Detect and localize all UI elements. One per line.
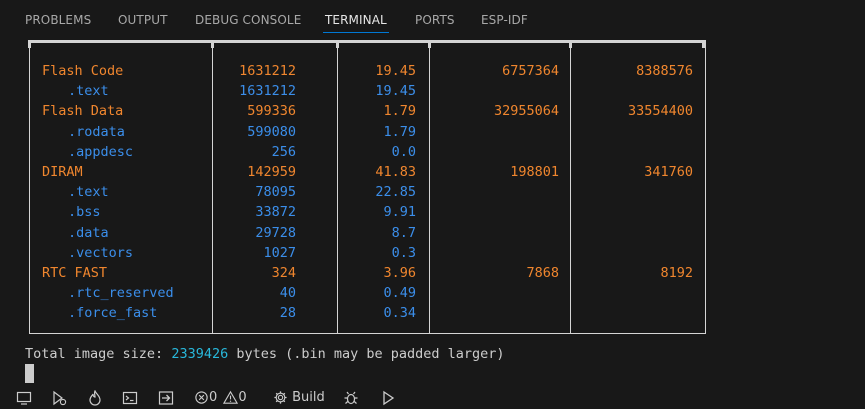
problems-indicator[interactable]: 0 0 (194, 386, 247, 409)
row-remain: 6757364 (502, 63, 559, 79)
status-bar: 0 0 Build (0, 386, 865, 409)
table-tick (569, 40, 572, 48)
total-value: 2339426 (171, 346, 229, 362)
error-icon (195, 391, 208, 404)
row-total: 341760 (644, 164, 693, 180)
row-name: .rodata (68, 123, 125, 140)
row-remain: 7868 (526, 265, 559, 281)
build-label: Build (292, 390, 325, 405)
row-percent: 8.7 (391, 224, 416, 241)
warning-count: 0 (238, 390, 247, 405)
tab-output[interactable]: OUTPUT (118, 13, 168, 27)
row-used: 1631212 (239, 63, 296, 79)
tab-ports[interactable]: PORTS (415, 13, 455, 27)
row-name: DIRAM (42, 164, 83, 180)
row-name: .data (68, 224, 109, 241)
table-tick (428, 40, 431, 48)
table-row: .rodata 599080 1.79 (0, 122, 865, 142)
remote-window-icon[interactable] (16, 386, 32, 409)
tab-esp-idf[interactable]: ESP-IDF (481, 13, 528, 27)
row-remain: 198801 (510, 164, 559, 180)
tab-debug-console[interactable]: DEBUG CONSOLE (195, 13, 301, 27)
row-used: 256 (271, 143, 296, 160)
row-used: 33872 (255, 204, 296, 221)
row-total: 8192 (660, 265, 693, 281)
row-remain: 32955064 (493, 103, 559, 120)
table-row: .rtc_reserved 40 0.49 (0, 283, 865, 303)
row-name: Flash Code (42, 63, 124, 79)
row-name: Flash Data (42, 103, 124, 120)
row-used: 28 (279, 305, 296, 322)
play-icon[interactable] (381, 386, 395, 409)
row-percent: 9.91 (383, 204, 416, 221)
row-used: 1027 (263, 244, 296, 261)
bug-icon[interactable] (343, 386, 359, 409)
row-name: .force_fast (68, 305, 158, 322)
row-percent: 3.96 (383, 265, 416, 281)
tab-terminal[interactable]: TERMINAL (325, 13, 387, 27)
table-row: .appdesc 256 0.0 (0, 142, 865, 162)
terminal-cursor (25, 364, 34, 383)
row-percent: 0.34 (383, 305, 416, 322)
table-row: DIRAM 142959 41.83 198801 341760 (0, 162, 865, 182)
row-percent: 0.3 (391, 244, 416, 261)
row-used: 78095 (255, 184, 296, 201)
row-percent: 1.79 (383, 103, 416, 120)
table-tick (28, 40, 31, 48)
total-image-size-line: Total image size: 2339426 bytes (.bin ma… (25, 344, 505, 364)
row-percent: 19.45 (375, 63, 416, 79)
table-row: RTC FAST 324 3.96 7868 8192 (0, 263, 865, 283)
table-top-border (28, 40, 705, 43)
row-percent: 41.83 (375, 164, 416, 180)
export-icon[interactable] (158, 386, 174, 409)
total-prefix: Total image size: (25, 346, 172, 362)
row-used: 142959 (247, 164, 296, 180)
gear-icon (274, 391, 287, 404)
table-row: .data 29728 8.7 (0, 223, 865, 243)
table-row: .text 1631212 19.45 (0, 81, 865, 101)
tab-problems[interactable]: PROBLEMS (25, 13, 91, 27)
panel-tabbar: PROBLEMS OUTPUT DEBUG CONSOLE TERMINAL P… (0, 0, 865, 38)
row-percent: 0.49 (383, 285, 416, 302)
row-name: .rtc_reserved (68, 285, 174, 302)
row-name: .text (68, 184, 109, 201)
row-name: RTC FAST (42, 265, 108, 281)
row-used: 1631212 (239, 83, 296, 100)
row-percent: 1.79 (383, 123, 416, 140)
row-used: 599336 (247, 103, 296, 120)
table-row: .bss 33872 9.91 (0, 202, 865, 222)
row-used: 599080 (247, 123, 296, 140)
build-button[interactable]: Build (273, 386, 325, 409)
error-count: 0 (209, 390, 218, 405)
table-row: Flash Data 599336 1.79 32955064 33554400 (0, 101, 865, 121)
run-debug-icon[interactable] (50, 386, 68, 409)
table-row: .vectors 1027 0.3 (0, 243, 865, 263)
row-name: .vectors (68, 244, 134, 261)
table-row: .text 78095 22.85 (0, 182, 865, 202)
flame-icon[interactable] (88, 386, 102, 409)
row-name: .text (68, 83, 109, 100)
row-used: 29728 (255, 224, 296, 241)
row-total: 8388576 (636, 63, 693, 79)
active-tab-indicator (323, 32, 389, 33)
row-percent: 19.45 (375, 83, 416, 100)
table-row: .force_fast 28 0.34 (0, 303, 865, 323)
row-used: 40 (279, 285, 296, 302)
row-total: 33554400 (627, 103, 693, 120)
table-tick (211, 40, 214, 48)
table-tick (336, 40, 339, 48)
warning-icon (223, 390, 239, 404)
row-name: .appdesc (68, 143, 134, 160)
row-percent: 22.85 (375, 184, 416, 201)
total-suffix: bytes (.bin may be padded larger) (228, 346, 505, 362)
terminal-icon[interactable] (122, 386, 138, 409)
table-tick (702, 40, 705, 48)
row-percent: 0.0 (391, 143, 416, 160)
row-name: .bss (68, 204, 101, 221)
table-row: Flash Code 1631212 19.45 6757364 8388576 (0, 61, 865, 81)
row-used: 324 (271, 265, 296, 281)
